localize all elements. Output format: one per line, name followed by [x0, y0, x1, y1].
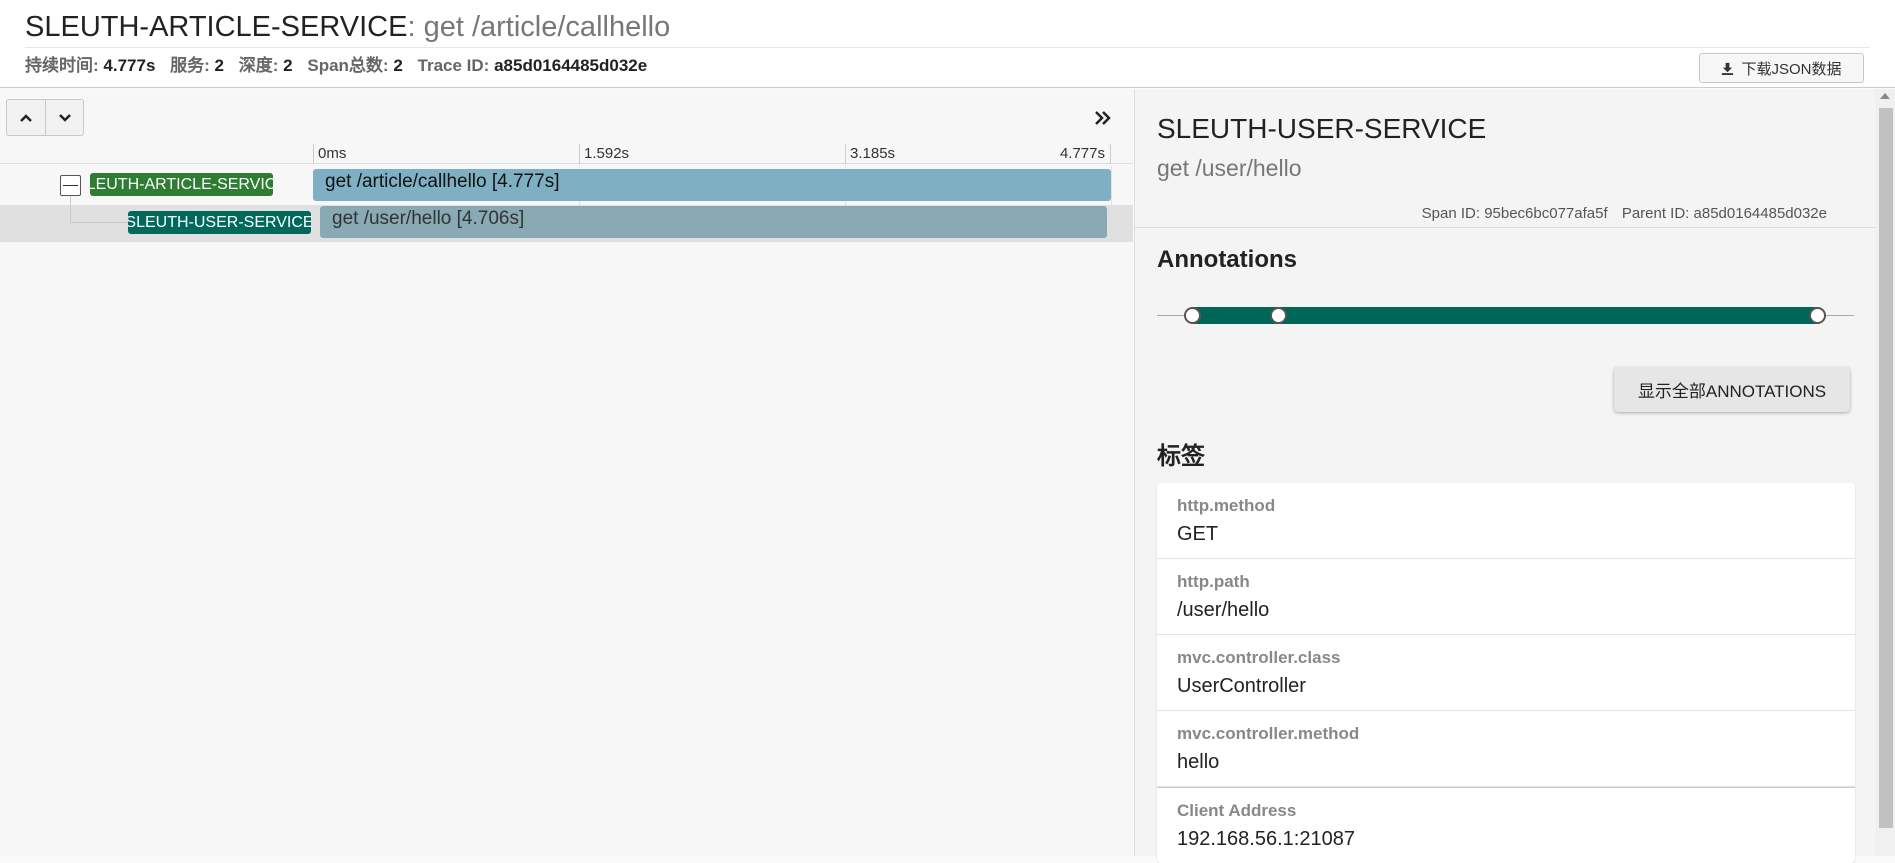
detail-divider: [1135, 227, 1875, 228]
tag-value: /user/hello: [1177, 599, 1270, 621]
download-json-button[interactable]: 下载JSON数据: [1699, 53, 1864, 83]
span-count-label: Span总数:: [307, 56, 389, 75]
chevron-down-icon: [58, 113, 71, 122]
span-ids: Span ID: 95bec6bc077afa5f Parent ID: a85…: [1422, 205, 1827, 222]
annotations-title: Annotations: [1157, 246, 1297, 273]
tag-item: mvc.controller.method hello: [1157, 711, 1855, 787]
collapse-toggle-icon[interactable]: [60, 175, 81, 196]
download-json-label: 下载JSON数据: [1741, 60, 1842, 78]
tags-list: http.method GET http.path /user/hello mv…: [1157, 483, 1855, 863]
tag-item: http.method GET: [1157, 483, 1855, 559]
tag-item: Client Address 192.168.56.1:21087: [1157, 787, 1855, 863]
annotation-marker[interactable]: [1809, 307, 1826, 324]
span-service-badge: SLEUTH-ARTICLE-SERVICE: [90, 173, 273, 196]
show-all-annotations-button[interactable]: 显示全部ANNOTATIONS: [1614, 367, 1850, 412]
tick-label: 3.185s: [845, 144, 895, 164]
tick-label: 1.592s: [579, 144, 629, 164]
detail-service-name: SLEUTH-USER-SERVICE: [1157, 113, 1487, 144]
download-icon: [1722, 62, 1734, 75]
trace-id-label: Trace ID:: [417, 56, 490, 75]
trace-operation-name: get /article/callhello: [423, 11, 671, 43]
tag-value: UserController: [1177, 675, 1306, 697]
annotation-marker[interactable]: [1270, 307, 1287, 324]
tag-item: mvc.controller.class UserController: [1157, 635, 1855, 711]
scrollbar-thumb[interactable]: [1879, 108, 1893, 828]
scroll-up-arrow-icon[interactable]: [1880, 93, 1890, 99]
tags-title: 标签: [1157, 443, 1205, 470]
services-label: 服务:: [170, 56, 210, 75]
collapse-detail-button[interactable]: [1091, 106, 1115, 130]
trace-service-name: SLEUTH-ARTICLE-SERVICE: [25, 11, 408, 43]
span-bar[interactable]: get /user/hello [4.706s]: [320, 206, 1107, 238]
tag-value: GET: [1177, 523, 1219, 545]
trace-header: SLEUTH-ARTICLE-SERVICE: get /article/cal…: [0, 0, 1895, 88]
tag-key: mvc.controller.class: [1177, 648, 1341, 667]
span-detail-panel: SLEUTH-USER-SERVICE get /user/hello Span…: [1134, 89, 1875, 863]
previous-span-button[interactable]: [7, 100, 45, 135]
page-title: SLEUTH-ARTICLE-SERVICE: get /article/cal…: [25, 8, 670, 46]
tag-key: http.path: [1177, 572, 1250, 591]
span-service-name: SLEUTH-USER-SERVICE: [128, 214, 311, 231]
span-bar-label: get /article/callhello [4.777s]: [325, 171, 560, 192]
depth-label: 深度:: [238, 56, 279, 75]
timeline-ticks: 0ms 1.592s 3.185s 4.777s: [0, 144, 1133, 164]
span-id-value: 95bec6bc077afa5f: [1484, 205, 1608, 222]
duration-label: 持续时间:: [25, 56, 99, 75]
trace-meta: 持续时间: 4.777s 服务: 2 深度: 2 Span总数: 2 Trace…: [25, 54, 657, 78]
title-separator: :: [407, 11, 424, 43]
duration-value: 4.777s: [103, 56, 156, 75]
parent-id-value: a85d0164485d032e: [1693, 205, 1827, 222]
span-count-value: 2: [393, 56, 403, 75]
chevron-up-icon: [20, 113, 32, 122]
double-chevron-right-icon: [1095, 111, 1111, 125]
detail-operation-name: get /user/hello: [1157, 155, 1302, 181]
span-service-badge: SLEUTH-USER-SERVICE: [128, 211, 311, 234]
span-service-name: SLEUTH-ARTICLE-SERVICE: [90, 176, 273, 193]
tick-label: 4.777s: [1060, 144, 1111, 164]
tag-value: hello: [1177, 751, 1220, 773]
tag-key: http.method: [1177, 496, 1276, 515]
tree-line: [70, 222, 128, 223]
tag-key: Client Address: [1177, 801, 1297, 820]
span-nav-group: [6, 99, 84, 136]
tag-item: http.path /user/hello: [1157, 559, 1855, 635]
depth-value: 2: [283, 56, 293, 75]
tick-label: 0ms: [313, 144, 346, 164]
span-bar[interactable]: get /article/callhello [4.777s]: [313, 169, 1111, 201]
trace-id-value: a85d0164485d032e: [494, 56, 648, 75]
services-value: 2: [214, 56, 225, 75]
tag-key: mvc.controller.method: [1177, 724, 1360, 743]
parent-id-label: Parent ID:: [1621, 205, 1690, 222]
tag-value: 192.168.56.1:21087: [1177, 828, 1355, 850]
span-bar-label: get /user/hello [4.706s]: [332, 208, 525, 229]
span-id-label: Span ID:: [1421, 205, 1481, 222]
header-divider: [25, 47, 1870, 48]
next-span-button[interactable]: [45, 100, 83, 135]
annotation-marker[interactable]: [1184, 307, 1201, 324]
